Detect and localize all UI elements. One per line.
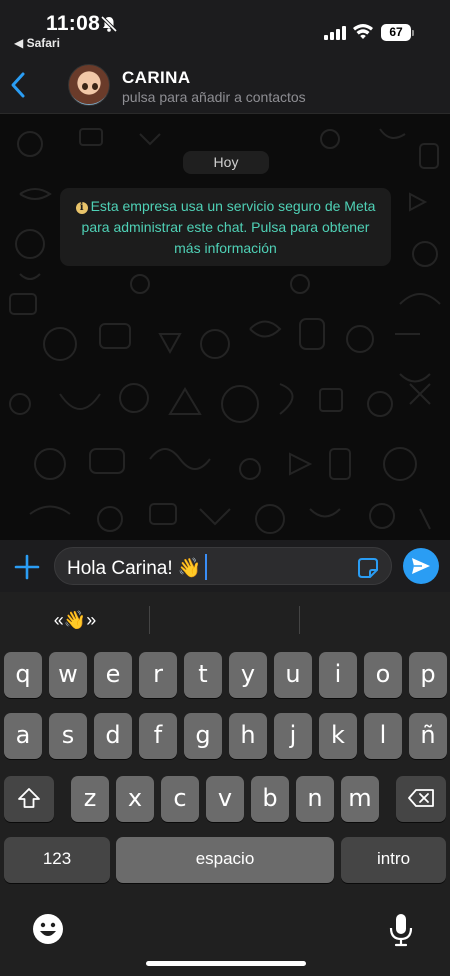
business-info-bubble[interactable]: i Esta empresa usa un servicio seguro de … — [60, 188, 391, 266]
message-input[interactable]: Hola Carina! 👋 — [54, 547, 392, 585]
info-icon: i — [75, 202, 88, 214]
key-i[interactable]: i — [319, 652, 357, 698]
contact-avatar[interactable] — [68, 64, 110, 106]
numbers-key[interactable]: 123 — [4, 837, 110, 883]
key-b[interactable]: b — [251, 776, 289, 822]
key-g[interactable]: g — [184, 713, 222, 759]
shift-icon — [18, 788, 40, 808]
suggestion-1[interactable]: «👋» — [0, 592, 150, 648]
key-r[interactable]: r — [139, 652, 177, 698]
key-h[interactable]: h — [229, 713, 267, 759]
return-key[interactable]: intro — [341, 837, 446, 883]
sticker-icon[interactable] — [357, 557, 379, 579]
key-enye[interactable]: ñ — [409, 713, 447, 759]
contact-subtitle[interactable]: pulsa para añadir a contactos — [122, 89, 306, 105]
date-chip: Hoy — [183, 151, 269, 174]
home-indicator[interactable] — [146, 961, 306, 966]
key-m[interactable]: m — [341, 776, 379, 822]
send-button[interactable] — [403, 548, 439, 584]
microphone-icon[interactable] — [388, 912, 414, 948]
bell-off-icon — [100, 15, 118, 33]
business-info-text[interactable]: Esta empresa usa un servicio seguro de M… — [82, 198, 376, 256]
suggestion-bar: «👋» — [0, 592, 450, 648]
message-input-value[interactable]: Hola Carina! 👋 — [67, 556, 202, 580]
wallpaper-doodles — [9, 128, 441, 534]
key-t[interactable]: t — [184, 652, 222, 698]
suggestion-3[interactable] — [300, 592, 450, 648]
key-p[interactable]: p — [409, 652, 447, 698]
shift-key[interactable] — [4, 776, 54, 822]
battery-icon: 67 — [381, 24, 411, 41]
suggestion-2[interactable] — [150, 592, 300, 648]
key-a[interactable]: a — [4, 713, 42, 759]
chat-background: Hoy i Esta empresa usa un servicio seguro… — [0, 114, 450, 540]
key-k[interactable]: k — [319, 713, 357, 759]
key-z[interactable]: z — [71, 776, 109, 822]
backspace-key[interactable] — [396, 776, 446, 822]
cellular-signal-icon — [324, 26, 346, 40]
space-key[interactable]: espacio — [116, 837, 334, 883]
clock: 11:08 — [46, 12, 101, 35]
key-l[interactable]: l — [364, 713, 402, 759]
chat-header: CARINA pulsa para añadir a contactos — [0, 56, 450, 114]
attach-plus-icon[interactable] — [14, 554, 40, 580]
key-v[interactable]: v — [206, 776, 244, 822]
key-x[interactable]: x — [116, 776, 154, 822]
send-arrow-icon — [412, 558, 430, 574]
key-e[interactable]: e — [94, 652, 132, 698]
key-d[interactable]: d — [94, 713, 132, 759]
key-j[interactable]: j — [274, 713, 312, 759]
key-y[interactable]: y — [229, 652, 267, 698]
avatar-eye — [92, 83, 98, 90]
key-w[interactable]: w — [49, 652, 87, 698]
contact-name[interactable]: CARINA — [122, 68, 191, 88]
emoji-icon[interactable] — [32, 913, 64, 945]
avatar-eye — [82, 83, 88, 90]
ios-keyboard: «👋» q w e r t y u i o p a s d f g h j k … — [0, 592, 450, 976]
backspace-icon — [408, 789, 434, 807]
key-u[interactable]: u — [274, 652, 312, 698]
message-composer: Hola Carina! 👋 — [0, 540, 450, 592]
key-o[interactable]: o — [364, 652, 402, 698]
battery-tip — [412, 30, 414, 36]
status-bar: 11:08 ◀ Safari 67 — [0, 0, 450, 56]
back-to-safari-link[interactable]: ◀ Safari — [14, 36, 60, 50]
key-c[interactable]: c — [161, 776, 199, 822]
back-chevron-icon[interactable] — [8, 71, 28, 99]
key-n[interactable]: n — [296, 776, 334, 822]
text-caret — [205, 554, 207, 580]
key-s[interactable]: s — [49, 713, 87, 759]
key-q[interactable]: q — [4, 652, 42, 698]
wifi-icon — [353, 24, 373, 39]
key-f[interactable]: f — [139, 713, 177, 759]
